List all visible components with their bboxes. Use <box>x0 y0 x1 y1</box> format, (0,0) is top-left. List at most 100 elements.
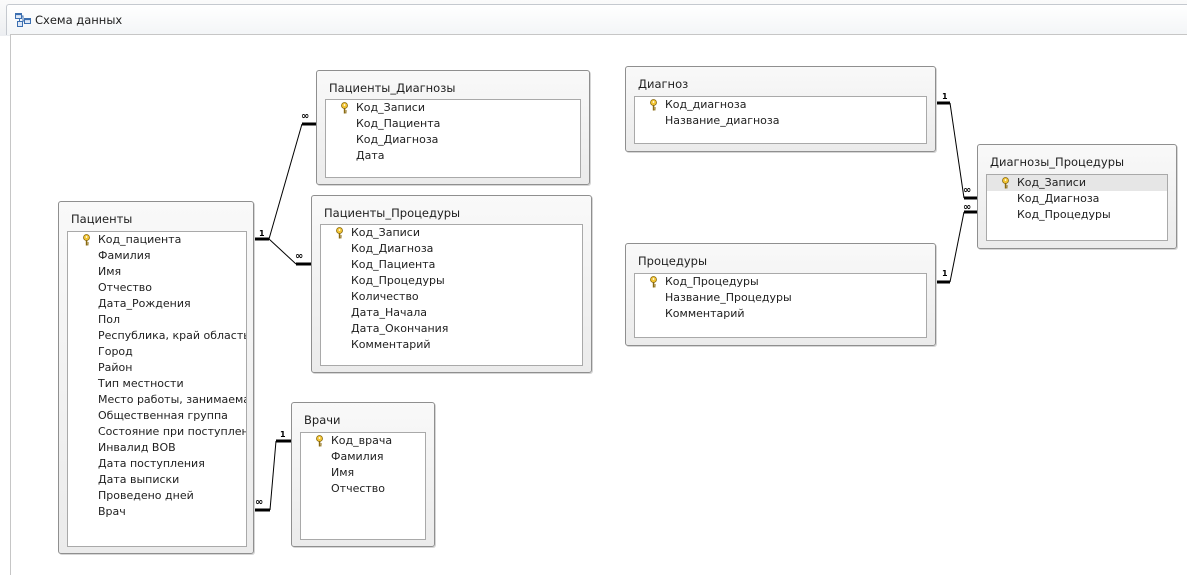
field-name: Дата_Начала <box>351 306 428 319</box>
cardinality-many: ∞ <box>255 497 263 508</box>
field-item[interactable]: Код_Записи <box>326 100 580 116</box>
field-name: Дата выписки <box>98 473 180 486</box>
table-diagnoses-procedures[interactable]: Диагнозы_Процедуры Код_Записи Код_Диагно… <box>977 144 1177 249</box>
field-item[interactable]: Отчество <box>301 481 425 497</box>
table-diagnosis[interactable]: Диагноз Код_диагноза Название_диагноза <box>625 66 936 152</box>
field-name: Код_диагноза <box>665 98 747 111</box>
field-item[interactable]: Код_Пациента <box>321 257 582 273</box>
field-list[interactable]: Код_Записи Код_Диагноза Код_Пациента Код… <box>320 224 583 366</box>
field-name: Код_Диагноза <box>351 242 434 255</box>
field-item[interactable]: Код_Процедуры <box>635 274 926 290</box>
field-name: Дата_Окончания <box>351 322 449 335</box>
field-item[interactable]: Дата поступления <box>68 456 246 472</box>
field-item[interactable]: Дата <box>326 148 580 164</box>
table-title: Врачи <box>304 413 341 427</box>
field-item[interactable]: Проведено дней <box>68 488 246 504</box>
field-name: Код_Записи <box>1017 176 1086 189</box>
field-name: Код_Процедуры <box>1017 208 1111 221</box>
field-item[interactable]: Район <box>68 360 246 376</box>
field-item[interactable]: Количество <box>321 289 582 305</box>
field-item[interactable]: Код_пациента <box>68 232 246 248</box>
field-item[interactable]: Общественная группа <box>68 408 246 424</box>
field-name: Дата_Рождения <box>98 297 191 310</box>
table-doctors[interactable]: Врачи Код_врача Фамилия Имя Отчество <box>291 402 435 547</box>
table-patients[interactable]: Пациенты Код_пациента Фамилия Имя Отчест… <box>58 201 254 554</box>
field-item[interactable]: Код_Диагноза <box>987 191 1167 207</box>
field-item[interactable]: Имя <box>68 264 246 280</box>
table-title: Пациенты_Диагнозы <box>329 81 456 95</box>
field-name: Место работы, занимаемая <box>98 393 247 406</box>
cardinality-many: ∞ <box>295 251 303 262</box>
field-list[interactable]: Код_врача Фамилия Имя Отчество <box>300 432 426 540</box>
field-name: Комментарий <box>351 338 431 351</box>
relationship-line <box>949 102 965 199</box>
field-item[interactable]: Республика, край область <box>68 328 246 344</box>
field-list[interactable]: Код_Процедуры Название_Процедуры Коммент… <box>634 273 927 338</box>
field-name: Код_Записи <box>351 226 420 239</box>
primary-key-icon <box>336 227 343 239</box>
field-item[interactable]: Код_врача <box>301 433 425 449</box>
table-title: Диагнозы_Процедуры <box>990 155 1125 169</box>
field-item[interactable]: Название_диагноза <box>635 113 926 129</box>
field-list[interactable]: Код_Записи Код_Диагноза Код_Процедуры <box>986 174 1168 241</box>
field-name: Дата <box>356 149 385 162</box>
field-name: Район <box>98 361 133 374</box>
field-item[interactable]: Город <box>68 344 246 360</box>
field-list[interactable]: Код_диагноза Название_диагноза <box>634 96 927 144</box>
field-item[interactable]: Код_Записи <box>321 225 582 241</box>
field-list[interactable]: Код_Записи Код_Пациента Код_Диагноза Дат… <box>325 99 581 178</box>
field-item[interactable]: Дата_Начала <box>321 305 582 321</box>
table-title: Процедуры <box>638 254 708 268</box>
field-name: Отчество <box>331 482 386 495</box>
table-title: Пациенты <box>71 212 133 226</box>
field-name: Код_Процедуры <box>351 274 445 287</box>
table-procedures[interactable]: Процедуры Код_Процедуры Название_Процеду… <box>625 243 936 346</box>
field-item[interactable]: Тип местности <box>68 376 246 392</box>
table-title: Пациенты_Процедуры <box>324 206 461 220</box>
primary-key-icon <box>1002 177 1009 189</box>
field-item[interactable]: Код_Процедуры <box>321 273 582 289</box>
field-name: Проведено дней <box>98 489 194 502</box>
field-item[interactable]: Дата_Рождения <box>68 296 246 312</box>
field-item[interactable]: Состояние при поступлении <box>68 424 246 440</box>
field-item[interactable]: Код_Записи <box>987 175 1167 191</box>
field-item[interactable]: Название_Процедуры <box>635 290 926 306</box>
field-item[interactable]: Пол <box>68 312 246 328</box>
field-name: Врач <box>98 505 126 518</box>
field-item[interactable]: Комментарий <box>321 337 582 353</box>
field-item[interactable]: Код_Процедуры <box>987 207 1167 223</box>
field-name: Пол <box>98 313 121 326</box>
field-name: Код_врача <box>331 434 393 447</box>
field-item[interactable]: Код_Диагноза <box>326 132 580 148</box>
table-patients-diagnoses[interactable]: Пациенты_Диагнозы Код_Записи Код_Пациент… <box>316 70 590 185</box>
field-name: Код_Диагноза <box>356 133 439 146</box>
field-item[interactable]: Код_Пациента <box>326 116 580 132</box>
relationship-line <box>269 440 277 511</box>
field-name: Код_Записи <box>356 101 425 114</box>
field-list[interactable]: Код_пациента Фамилия Имя Отчество Дата_Р… <box>67 231 247 547</box>
field-item[interactable]: Инвалид ВОВ <box>68 440 246 456</box>
field-item[interactable]: Комментарий <box>635 306 926 322</box>
table-patients-procedures[interactable]: Пациенты_Процедуры Код_Записи Код_Диагно… <box>311 195 592 373</box>
field-item[interactable]: Фамилия <box>68 248 246 264</box>
field-item[interactable]: Имя <box>301 465 425 481</box>
table-title: Диагноз <box>638 77 689 91</box>
field-item[interactable]: Дата выписки <box>68 472 246 488</box>
field-item[interactable]: Код_Диагноза <box>321 241 582 257</box>
field-item[interactable]: Дата_Окончания <box>321 321 582 337</box>
field-name: Код_Пациента <box>351 258 436 271</box>
field-name: Фамилия <box>98 249 151 262</box>
field-name: Имя <box>98 265 122 278</box>
field-name: Количество <box>351 290 419 303</box>
primary-key-icon <box>650 99 657 111</box>
field-item[interactable]: Фамилия <box>301 449 425 465</box>
field-item[interactable]: Врач <box>68 504 246 520</box>
field-name: Инвалид ВОВ <box>98 441 176 454</box>
cardinality-many: ∞ <box>963 185 971 196</box>
field-item[interactable]: Код_диагноза <box>635 97 926 113</box>
field-item[interactable]: Место работы, занимаемая <box>68 392 246 408</box>
primary-key-icon <box>316 435 323 447</box>
cardinality-many: ∞ <box>301 111 309 122</box>
primary-key-icon <box>650 276 657 288</box>
field-item[interactable]: Отчество <box>68 280 246 296</box>
